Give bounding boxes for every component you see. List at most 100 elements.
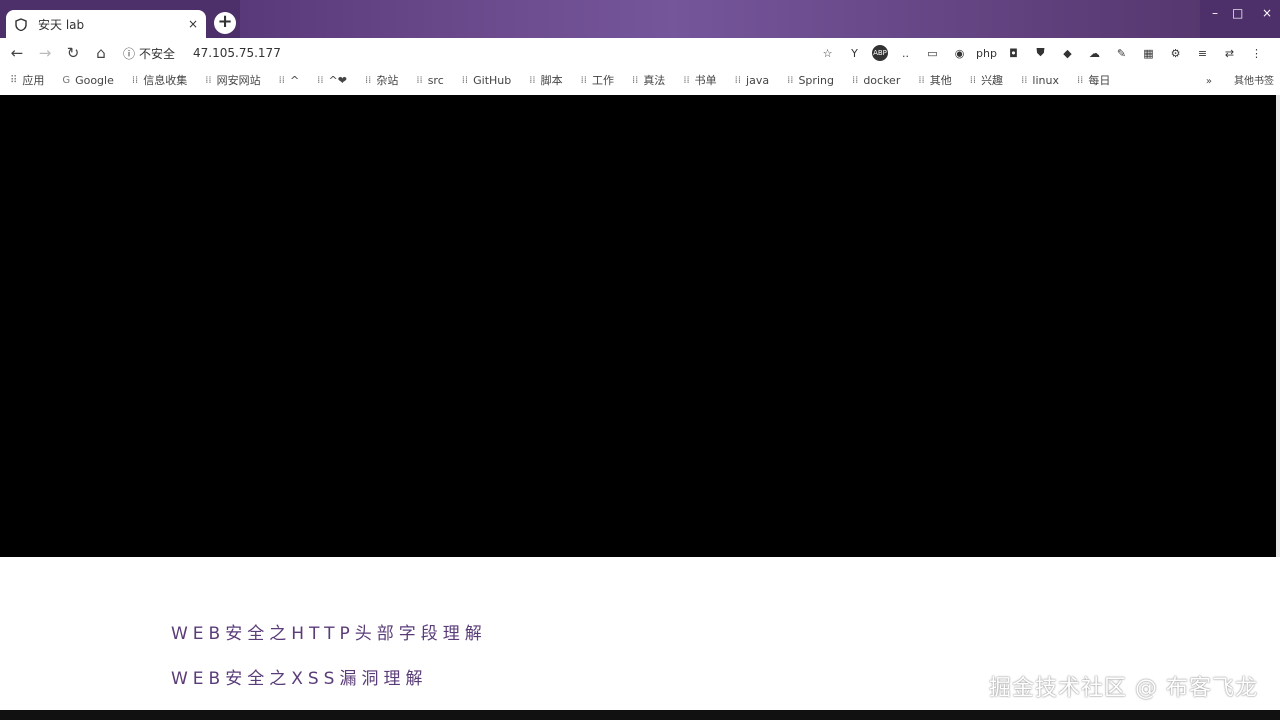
maximize-icon[interactable]: □ xyxy=(1232,6,1243,20)
cloud-icon[interactable]: ☁ xyxy=(1085,44,1104,62)
browser-tab[interactable]: 安天 lab × xyxy=(6,10,206,38)
bookmark-item[interactable]: ⁞⁞ 每日 xyxy=(1077,72,1110,88)
bookmark-label: docker xyxy=(863,73,901,87)
bookmark-item[interactable]: ⁞⁞ 杂站 xyxy=(365,72,398,88)
bookmark-label: GitHub xyxy=(473,73,512,87)
bookmark-item[interactable]: ⁞⁞ 脚本 xyxy=(529,72,562,88)
bookmark-star-icon[interactable]: ☆ xyxy=(818,44,837,62)
extension-y-icon[interactable]: Y xyxy=(845,44,864,62)
bookmark-item[interactable]: ⁞⁞ src xyxy=(416,74,443,87)
bookmark-item[interactable]: ⁞⁞ 工作 xyxy=(581,72,614,88)
bookmark-label: 信息收集 xyxy=(143,74,188,87)
bookmark-label: 脚本 xyxy=(540,74,563,87)
bookmark-label: ^ xyxy=(289,73,300,87)
extension-pen-icon[interactable]: ✎ xyxy=(1112,44,1131,62)
adblock-icon[interactable]: ABP xyxy=(872,45,888,61)
bookmarks-bar: ⠿ 应用 G Google ⁞⁞ 信息收集 ⁞⁞ 网安网站 ⁞⁞ ^ ⁞⁞ ^❤ ⁞⁞ 杂站 ⁞⁞ src ⁞⁞… xyxy=(0,68,1280,92)
url-text[interactable]: 47.105.75.177 xyxy=(193,46,281,60)
folder-icon: ⁞⁞ xyxy=(529,74,536,86)
extension-dots-icon[interactable]: .. xyxy=(896,44,915,62)
shield-icon xyxy=(14,17,28,31)
reload-icon[interactable]: ↻ xyxy=(59,39,87,67)
extension-settings-icon[interactable]: ⚙ xyxy=(1166,44,1185,62)
pocket-icon[interactable]: ◘ xyxy=(1004,44,1023,62)
bookmark-label: src xyxy=(427,73,444,87)
google-icon: G xyxy=(62,74,71,86)
info-icon[interactable]: ⓘ xyxy=(123,45,135,62)
bookmark-item[interactable]: G Google xyxy=(62,74,114,87)
extension-sliders-icon[interactable]: ≡ xyxy=(1193,44,1212,62)
folder-icon: ⁞⁞ xyxy=(851,74,859,86)
folder-icon: ⁞⁞ xyxy=(580,74,587,86)
bookmark-label: java xyxy=(746,73,770,87)
bookmark-label: Google xyxy=(75,73,114,87)
minimize-icon[interactable]: – xyxy=(1212,6,1218,20)
bookmark-item[interactable]: ⁞⁞ ^❤ xyxy=(317,74,347,87)
bookmark-item[interactable]: ⁞⁞ 其他 xyxy=(918,72,951,88)
bookmark-label: 真法 xyxy=(643,74,666,87)
bookmark-label: 网安网站 xyxy=(216,74,261,87)
bookmark-item[interactable]: ⁞⁞ java xyxy=(735,74,769,87)
extension-globe-icon[interactable]: ◉ xyxy=(950,44,969,62)
bookmark-item[interactable]: ⁞⁞ GitHub xyxy=(462,74,511,87)
page-scrollbar[interactable] xyxy=(1276,95,1280,557)
folder-icon: ⁞⁞ xyxy=(461,74,469,86)
bottom-bar xyxy=(0,710,1280,720)
extension-box-icon[interactable]: ▭ xyxy=(923,44,942,62)
other-bookmarks-label: 其他书签 xyxy=(1234,76,1274,87)
watermark-text: 掘金技术社区 @ 布客飞龙 xyxy=(989,676,1258,701)
address-bar[interactable]: ⓘ 不安全 47.105.75.177 xyxy=(123,45,281,62)
bookmark-item[interactable]: ⁞⁞ ^ xyxy=(279,74,300,87)
extension-arrows-icon[interactable]: ⇄ xyxy=(1220,44,1239,62)
bookmark-label: 其他 xyxy=(929,74,952,87)
folder-icon: ⁞⁞ xyxy=(787,74,794,86)
folder-icon: ⁞⁞ xyxy=(278,74,285,86)
apps-icon: ⠿ xyxy=(10,74,18,86)
bookmark-item[interactable]: ⁞⁞ 真法 xyxy=(632,72,665,88)
browser-toolbar: ← → ↻ ⌂ ⓘ 不安全 47.105.75.177 ☆ Y ABP .. ▭… xyxy=(0,38,1280,68)
extension-shield-icon[interactable]: ⛊ xyxy=(1031,44,1050,62)
folder-icon: ⁞⁞ xyxy=(131,74,139,86)
bookmark-label: 兴趣 xyxy=(981,74,1004,87)
bookmark-label: 书单 xyxy=(694,74,717,87)
extension-grid-icon[interactable]: ▦ xyxy=(1139,44,1158,62)
bookmark-label: linux xyxy=(1032,73,1059,87)
folder-icon: ⁞⁞ xyxy=(317,74,324,86)
folder-icon: ⁞⁞ xyxy=(683,74,690,86)
folder-icon: ⁞⁞ xyxy=(969,74,977,86)
close-window-icon[interactable]: × xyxy=(1262,6,1272,20)
folder-icon: ⁞⁞ xyxy=(734,74,742,86)
extensions-area: ☆ Y ABP .. ▭ ◉ php ◘ ⛊ ◆ ☁ ✎ ▦ ⚙ ≡ ⇄ ⋮ xyxy=(818,44,1266,62)
bookmark-item[interactable]: ⁞⁞ 兴趣 xyxy=(970,72,1003,88)
article-link-xss[interactable]: WEB安全之XSS漏洞理解 xyxy=(171,664,427,689)
back-arrow-icon[interactable]: ← xyxy=(3,39,31,67)
video-player[interactable] xyxy=(0,95,1276,557)
menu-icon[interactable]: ⋮ xyxy=(1247,44,1266,62)
bookmarks-overflow-icon[interactable]: » xyxy=(1206,76,1212,87)
tab-title: 安天 lab xyxy=(38,17,85,32)
folder-icon: ⁞⁞ xyxy=(416,74,423,86)
bookmark-item[interactable]: ⁞⁞ docker xyxy=(852,74,900,87)
bookmark-item[interactable]: ⁞⁞ 网安网站 xyxy=(205,72,260,88)
bookmark-item[interactable]: ⁞⁞ 信息收集 xyxy=(132,72,187,88)
bookmark-item[interactable]: ⁞⁞ linux xyxy=(1021,74,1059,87)
bookmark-label: 工作 xyxy=(591,74,614,87)
folder-icon: ⁞⁞ xyxy=(918,74,925,86)
home-icon[interactable]: ⌂ xyxy=(87,39,115,67)
bookmark-item[interactable]: ⠿ 应用 xyxy=(10,72,44,88)
bookmark-item[interactable]: ⁞⁞ Spring xyxy=(787,74,834,87)
extension-diamond-icon[interactable]: ◆ xyxy=(1058,44,1077,62)
article-link-http-headers[interactable]: WEB安全之HTTP头部字段理解 xyxy=(171,619,487,644)
php-extension-icon[interactable]: php xyxy=(976,44,997,62)
folder-icon: ⁞⁞ xyxy=(1021,74,1028,86)
bookmark-label: 应用 xyxy=(22,74,45,87)
new-tab-button[interactable]: + xyxy=(214,12,236,34)
folder-icon: ⁞⁞ xyxy=(631,74,639,86)
folder-icon: ⁞⁞ xyxy=(205,74,212,86)
tab-close-icon[interactable]: × xyxy=(188,17,198,31)
bookmark-label: Spring xyxy=(798,73,834,87)
bookmark-item[interactable]: ⁞⁞ 书单 xyxy=(683,72,716,88)
bookmark-label: ^❤ xyxy=(328,73,347,87)
forward-arrow-icon[interactable]: → xyxy=(31,39,59,67)
other-bookmarks[interactable]: » 其他书签 xyxy=(1206,72,1274,87)
